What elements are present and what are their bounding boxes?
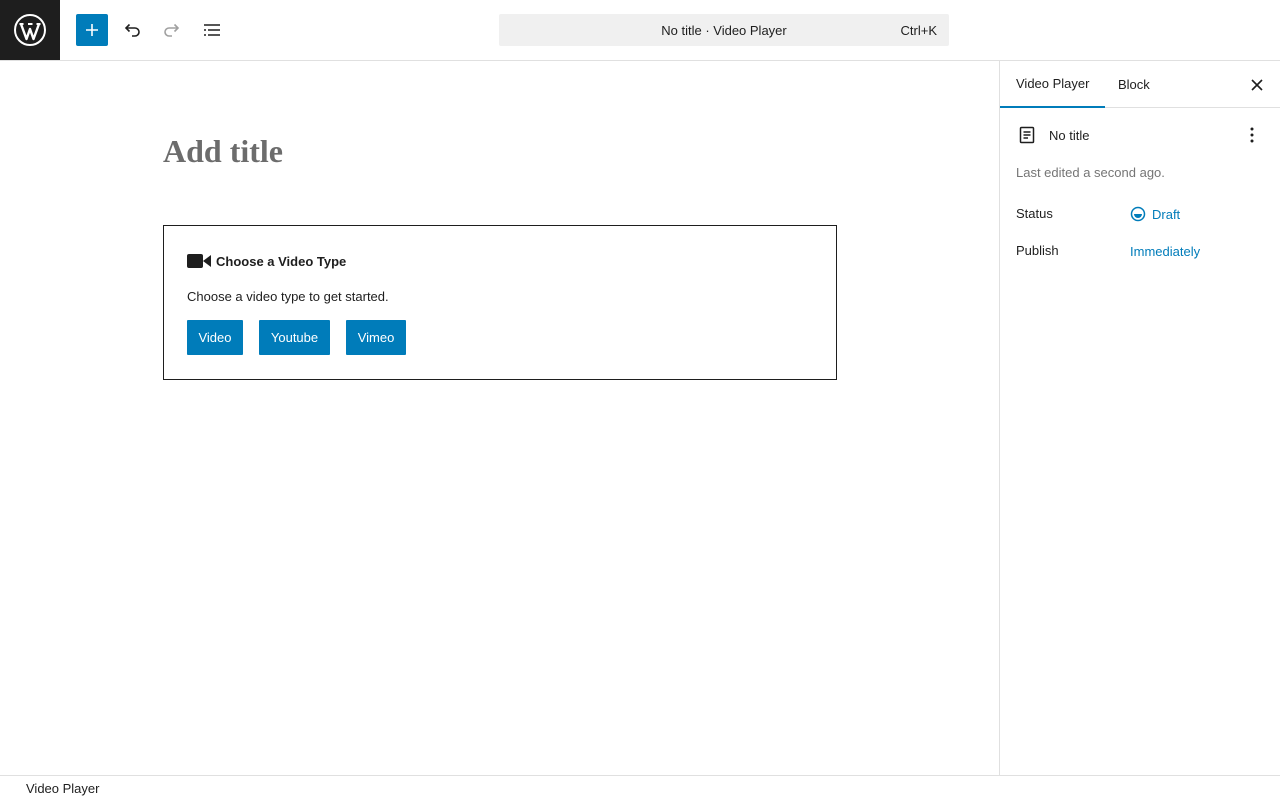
document-summary-title: No title (1049, 127, 1090, 143)
block-inserter-button[interactable] (76, 14, 108, 46)
document-overview-button[interactable] (196, 14, 228, 46)
close-sidebar-button[interactable] (1247, 75, 1267, 95)
block-heading-text: Choose a Video Type (216, 253, 347, 269)
undo-button[interactable] (116, 14, 148, 46)
redo-button[interactable] (156, 14, 188, 46)
command-palette-button[interactable]: No title · Video Player Ctrl+K (499, 14, 949, 46)
breadcrumb-item[interactable]: Video Player (26, 781, 99, 796)
tab-video-player[interactable]: Video Player (1000, 61, 1106, 108)
video-type-button-youtube[interactable]: Youtube (259, 320, 330, 355)
wordpress-icon (14, 14, 46, 46)
document-overview-icon (204, 24, 220, 36)
status-value: Draft (1152, 206, 1181, 222)
video-type-block[interactable]: Choose a Video Type Choose a video type … (163, 225, 837, 380)
document-actions-button[interactable] (1242, 125, 1262, 145)
editor-header: No title · Video Player Ctrl+K (0, 0, 1280, 61)
shortcut-hint: Ctrl+K (900, 23, 937, 38)
status-value-button[interactable]: Draft (1130, 206, 1180, 222)
post-title-input[interactable]: Add title (163, 133, 283, 170)
more-vertical-icon (1250, 127, 1254, 143)
page-icon (1019, 126, 1035, 144)
block-breadcrumb-bar: Video Player (0, 775, 1280, 800)
video-type-button-video[interactable]: Video (187, 320, 243, 355)
last-edited-text: Last edited a second ago. (1016, 165, 1165, 180)
block-description: Choose a video type to get started. (187, 289, 389, 304)
document-title: No title · Video Player (661, 22, 787, 38)
publish-label: Publish (1016, 243, 1059, 258)
redo-icon (164, 23, 180, 37)
document-summary: No title (1017, 125, 1089, 145)
sidebar-tabs: Video Player Block (1000, 61, 1280, 108)
wordpress-logo-button[interactable] (0, 0, 60, 60)
editor-canvas: Add title Choose a Video Type Choose a v… (0, 61, 999, 775)
video-type-button-vimeo[interactable]: Vimeo (346, 320, 406, 355)
close-icon (1251, 79, 1263, 91)
status-label: Status (1016, 206, 1053, 221)
block-heading: Choose a Video Type (187, 253, 346, 269)
publish-date-button[interactable]: Immediately (1130, 244, 1200, 259)
tab-block[interactable]: Block (1102, 61, 1166, 108)
settings-sidebar: Video Player Block No title Last edited … (999, 61, 1280, 775)
undo-icon (124, 23, 140, 37)
draft-icon (1130, 206, 1146, 222)
plus-icon (86, 24, 98, 36)
video-camera-icon (187, 254, 211, 268)
